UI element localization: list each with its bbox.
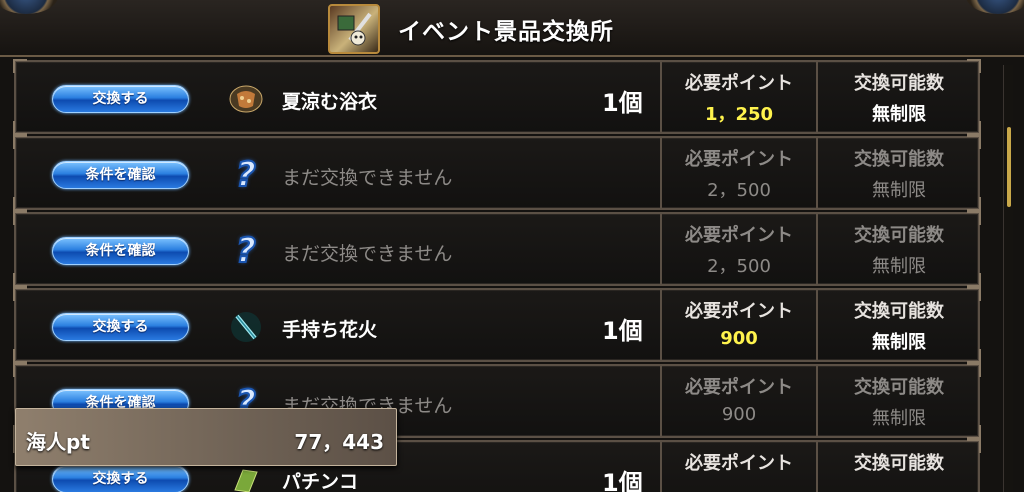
item-quantity: 1個 — [602, 469, 643, 492]
exchange-limit-cell: 交換可能数 無制限 — [816, 138, 980, 208]
exchange-limit-label: 交換可能数 — [854, 377, 944, 398]
exchange-row: 交換する 手持ち花火 1個 必要ポイント 900 交換可能数 無制限 — [13, 287, 981, 363]
required-points-cell: 必要ポイント 2，500 — [660, 214, 816, 284]
page-title: イベント景品交換所 — [398, 19, 614, 45]
question-icon: ? — [235, 154, 257, 196]
exchange-limit-value: 無制限 — [872, 104, 926, 125]
event-shop-icon — [328, 4, 380, 54]
required-points-label: 必要ポイント — [685, 453, 793, 474]
required-points-label: 必要ポイント — [685, 73, 793, 94]
required-points-value: 900 — [720, 328, 758, 349]
item-name: まだ交換できません — [282, 167, 453, 189]
question-icon: ? — [235, 230, 257, 272]
exchange-row: 交換する 夏涼む浴衣 1個 必要ポイント 1，250 交換可能数 無制限 — [13, 59, 981, 135]
required-points-value: 900 — [721, 404, 757, 425]
required-points-cell: 必要ポイント 900 — [660, 290, 816, 360]
exchange-limit-value: 無制限 — [872, 256, 926, 277]
required-points-value: 2，500 — [707, 256, 771, 277]
exchange-button[interactable]: 交換する — [52, 85, 189, 113]
required-points-label: 必要ポイント — [685, 225, 793, 246]
required-points-cell: 必要ポイント 1，250 — [660, 62, 816, 132]
yukata-icon — [226, 79, 266, 119]
exchange-limit-cell: 交換可能数 無制限 — [816, 290, 980, 360]
exchange-row: 条件を確認 ? まだ交換できません 必要ポイント 2，500 交換可能数 無制限 — [13, 211, 981, 287]
check-conditions-button[interactable]: 条件を確認 — [52, 161, 189, 189]
required-points-label: 必要ポイント — [685, 301, 793, 322]
exchange-limit-cell: 交換可能数 無制限 — [816, 62, 980, 132]
required-points-label: 必要ポイント — [685, 149, 793, 170]
exchange-row: 条件を確認 ? まだ交換できません 必要ポイント 2，500 交換可能数 無制限 — [13, 135, 981, 211]
exchange-limit-label: 交換可能数 — [854, 225, 944, 246]
item-name: パチンコ — [282, 471, 359, 492]
item-name: 夏涼む浴衣 — [282, 91, 378, 113]
exchange-limit-cell: 交換可能数 無制限 — [816, 366, 980, 436]
header-bar: イベント景品交換所 — [0, 0, 1024, 57]
sparkler-icon — [226, 307, 266, 347]
required-points-cell: 必要ポイント 2，500 — [660, 138, 816, 208]
exchange-button[interactable]: 交換する — [52, 313, 189, 341]
item-quantity: 1個 — [602, 317, 643, 345]
exchange-limit-label: 交換可能数 — [854, 73, 944, 94]
event-points-value: 77，443 — [294, 430, 384, 454]
exchange-limit-value: 無制限 — [872, 332, 926, 353]
exchange-limit-label: 交換可能数 — [854, 149, 944, 170]
item-name: 手持ち花火 — [282, 319, 378, 341]
exchange-limit-value: 無制限 — [872, 180, 926, 201]
event-points-label: 海人pt — [26, 430, 90, 454]
header-ornament-left — [0, 0, 58, 14]
exchange-limit-label: 交換可能数 — [854, 301, 944, 322]
exchange-limit-label: 交換可能数 — [854, 453, 944, 474]
event-points-panel: 海人pt 77，443 — [15, 408, 397, 466]
required-points-cell: 必要ポイント 900 — [660, 366, 816, 436]
scrollbar-thumb[interactable] — [1007, 127, 1011, 207]
item-quantity: 1個 — [602, 89, 643, 117]
exchange-button[interactable]: 交換する — [52, 465, 189, 492]
check-conditions-button[interactable]: 条件を確認 — [52, 237, 189, 265]
required-points-label: 必要ポイント — [685, 377, 793, 398]
required-points-cell: 必要ポイント — [660, 442, 816, 492]
exchange-limit-cell: 交換可能数 — [816, 442, 980, 492]
required-points-value: 1，250 — [704, 104, 774, 125]
item-name: まだ交換できません — [282, 243, 453, 265]
exchange-limit-cell: 交換可能数 無制限 — [816, 214, 980, 284]
header-ornament-right — [966, 0, 1024, 14]
list-scrollbar[interactable] — [1003, 65, 1013, 492]
exchange-limit-value: 無制限 — [872, 408, 926, 429]
required-points-value: 2，500 — [707, 180, 771, 201]
